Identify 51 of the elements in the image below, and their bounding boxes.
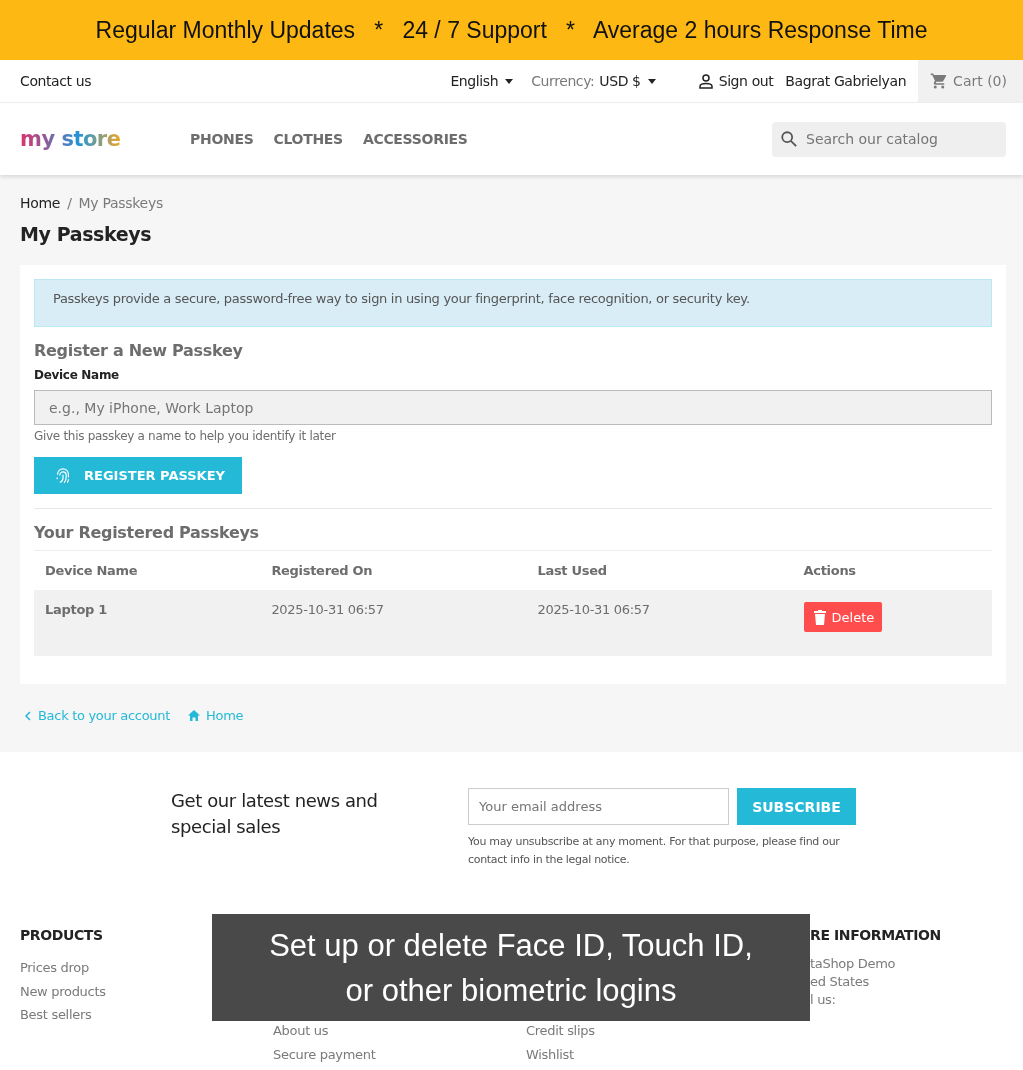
breadcrumb-separator: / (67, 195, 72, 211)
section-heading: Register a New Passkey (34, 341, 244, 360)
newsletter-note: You may unsubscribe at any moment. For that purpose, please find our contact info in the legal notice. (468, 834, 841, 868)
delete-button[interactable]: Delete (803, 602, 883, 632)
subscribe-button[interactable]: SUBSCRIBE (737, 788, 856, 825)
cart-button[interactable]: Cart (0) (918, 60, 1023, 102)
menu-item[interactable]: CLOTHES (273, 131, 343, 147)
page-title: My Passkeys (20, 223, 153, 245)
currency-dropdown[interactable]: Currency: USD $ (531, 73, 656, 89)
footer-link[interactable]: Credit slips (526, 1019, 810, 1043)
address-line: l us: (810, 991, 837, 1009)
section-heading: Your Registered Passkeys (34, 523, 260, 542)
help-text: Give this passkey a name to help you identify it later (34, 429, 337, 443)
search-icon (780, 129, 798, 148)
footer-link[interactable]: Wishlist (526, 1042, 810, 1066)
address-line: ed States (810, 973, 870, 991)
table-cell: Laptop 1 (34, 590, 261, 656)
contact-link[interactable]: Contact us (20, 73, 92, 89)
cart-icon (930, 72, 949, 90)
chevron-left-icon (24, 710, 32, 721)
breadcrumb-current: My Passkeys (78, 195, 163, 211)
address-line: taShop Demo (810, 955, 897, 973)
info-alert: Passkeys provide a secure, password-free way to sign in using your fingerprint, face recognition, or security key. (34, 279, 992, 327)
column-header: Last Used (526, 550, 793, 590)
menu-item[interactable]: PHONES (190, 131, 254, 147)
table-cell: 2025-10-31 06:57 (526, 590, 793, 656)
fingerprint-icon (54, 466, 72, 485)
field-label: Device Name (34, 368, 120, 382)
caption-overlay: Set up or delete Face ID, Touch ID, or other biometric logins (212, 914, 810, 1021)
footer-link[interactable]: About us (273, 1019, 526, 1043)
email-field[interactable]: Your email address (468, 788, 729, 825)
footer-heading: RE INFORMATION (810, 927, 942, 943)
column-header: Actions (792, 550, 992, 590)
home-icon (188, 710, 201, 721)
device-name-field[interactable]: e.g., My iPhone, Work Laptop (34, 390, 992, 425)
breadcrumb-link[interactable]: Home (20, 195, 61, 211)
search-field[interactable]: Search our catalog (772, 121, 1006, 157)
table-cell: 2025-10-31 06:57 (260, 590, 527, 656)
promo-banner: Regular Monthly Updates * 24 / 7 Support * Average 2 hours Response Time (0, 0, 1023, 60)
column-header: Registered On (260, 550, 527, 590)
newsletter-title: Get our latest news and special sales (171, 789, 379, 839)
footer-heading: PRODUCTS (20, 927, 104, 943)
register-passkey-button[interactable]: REGISTER PASSKEY (34, 457, 242, 494)
column-header: Device Name (34, 550, 261, 590)
user-name: Bagrat Gabrielyan (785, 73, 907, 89)
menu-item[interactable]: ACCESSORIES (362, 131, 468, 147)
language-dropdown[interactable]: English (450, 73, 514, 89)
user-icon (697, 73, 714, 89)
trash-icon (813, 609, 826, 625)
footer-link[interactable]: Secure payment (273, 1042, 526, 1066)
sign-out-link[interactable]: Sign out (697, 73, 774, 89)
